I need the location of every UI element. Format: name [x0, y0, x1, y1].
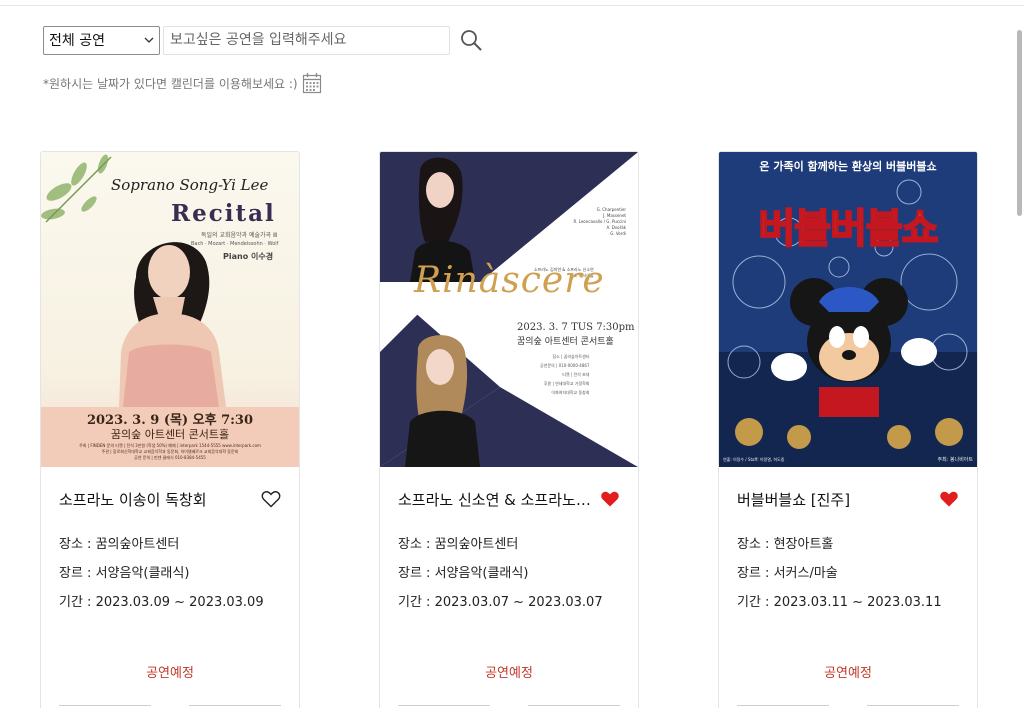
poster-1-sub1: 독일의 교회음악과 예술가곡 Ⅲ	[201, 232, 278, 239]
poster-1-name: Soprano Song-Yi Lee	[111, 176, 269, 194]
search-input[interactable]	[163, 25, 450, 55]
card-1-venue: 장소 : 꿈의숲아트센터	[59, 537, 180, 552]
card-1-title-row: 소프라노 이송이 독창회	[59, 487, 281, 511]
card-1-period: 기간 : 2023.03.09 ~ 2023.03.09	[59, 595, 264, 610]
category-select[interactable]: 전체 공연	[43, 25, 160, 55]
card-2-status: 공연예정	[485, 666, 533, 681]
poster-2-date: 2023. 3. 7 TUS 7:30pm	[517, 322, 635, 333]
poster-image-3[interactable]: 온 가족이 함께하는 환상의 버블버블쇼 버블버블쇼 연출: 이정수 / Sta…	[719, 152, 977, 467]
poster-1-headline: Recital	[171, 200, 276, 227]
poster-2-credits: 장소 | 꿈의숲아트센터 공연문의 | 010-0000-4867 티켓 | 전…	[540, 352, 590, 397]
card-3-genre: 장르 : 서커스/마술	[737, 566, 838, 581]
poster-2-venue: 꿈의숲 아트센터 콘서트홀	[517, 337, 614, 347]
poster-3-title: 버블버블쇼	[758, 205, 940, 253]
poster-2-headline: Rinàscere	[414, 260, 605, 301]
poster-3-headline: 온 가족이 함께하는 환상의 버블버블쇼	[759, 160, 937, 173]
card-2-title[interactable]: 소프라노 신소연 & 소프라노 김미연 듀오 리사이틀	[398, 489, 593, 510]
calendar-icon[interactable]	[302, 72, 322, 94]
poster-3-foot-left: 연출: 이정수 / Staff: 이정열, 허도중	[723, 457, 785, 462]
search-icon	[461, 30, 482, 51]
card-1-title[interactable]: 소프라노 이송이 독창회	[59, 489, 207, 510]
heart-filled-icon[interactable]	[939, 490, 959, 508]
poster-1-piano: Piano 이수경	[223, 252, 274, 261]
card-2-period: 기간 : 2023.03.07 ~ 2023.03.07	[398, 595, 603, 610]
card-2-title-row: 소프라노 신소연 & 소프라노 김미연 듀오 리사이틀	[398, 487, 620, 511]
card-2-genre: 장르 : 서양음악(클래식)	[398, 566, 529, 581]
poster-2-credit: 공연문의 | 010-0000-4867	[540, 363, 590, 368]
category-select-value: 전체 공연	[49, 33, 105, 49]
card-2-venue: 장소 : 꿈의숲아트센터	[398, 537, 519, 552]
card-3-period: 기간 : 2023.03.11 ~ 2023.03.11	[737, 595, 942, 610]
poster-2-composer: G. Verdi	[610, 231, 626, 236]
poster-1-fine3: 공연 문의 | 핀덴 클래식 010-8384-5455	[134, 455, 206, 460]
poster-image-2[interactable]: G. Charpentier J. Massenet R. Leoncavall…	[380, 152, 638, 467]
performance-card-2[interactable]: G. Charpentier J. Massenet R. Leoncavall…	[379, 151, 639, 708]
poster-2-composers: G. Charpentier J. Massenet R. Leoncavall…	[574, 207, 627, 237]
top-border	[0, 0, 1024, 6]
card-1-genre: 장르 : 서양음악(클래식)	[59, 566, 190, 581]
heart-outline-icon[interactable]	[261, 490, 281, 508]
performance-card-1[interactable]: Soprano Song-Yi Lee Recital 독일의 교회음악과 예술…	[40, 151, 300, 708]
poster-3-foot-right: 주최: 봉나비아트	[937, 457, 973, 463]
calendar-hint: *원하시는 날짜가 있다면 캘린더를 이용해보세요 :)	[43, 72, 322, 94]
poster-1-venue: 꿈의숲 아트센터 콘서트홀	[110, 428, 230, 441]
poster-1-sub2: Bach · Mozart · Mendelssohn · Wolf	[191, 241, 279, 247]
poster-2-credit: 장소 | 꿈의숲아트센터	[552, 354, 590, 359]
card-3-title[interactable]: 버블버블쇼 [진주]	[737, 489, 850, 510]
card-3-title-row: 버블버블쇼 [진주]	[737, 487, 959, 511]
scrollbar-thumb[interactable]	[1017, 30, 1022, 216]
calendar-hint-text: *원하시는 날짜가 있다면 캘린더를 이용해보세요 :)	[43, 76, 298, 91]
card-3-status: 공연예정	[824, 666, 872, 681]
poster-2-credit: 이화여자대학교 동창회	[551, 390, 590, 395]
poster-image-1[interactable]: Soprano Song-Yi Lee Recital 독일의 교회음악과 예술…	[41, 152, 299, 467]
search-bar: 전체 공연	[43, 25, 484, 55]
search-button[interactable]	[458, 27, 484, 53]
performance-card-3[interactable]: 온 가족이 함께하는 환상의 버블버블쇼 버블버블쇼 연출: 이정수 / Sta…	[718, 151, 978, 708]
poster-2-credit: 티켓 | 전석 초대	[562, 372, 590, 377]
card-1-status: 공연예정	[146, 666, 194, 681]
chevron-down-icon	[143, 34, 155, 46]
poster-2-credit: 후원 | 연세대학교 가정학회	[543, 381, 590, 386]
card-3-venue: 장소 : 현장아트홀	[737, 537, 834, 552]
heart-filled-icon[interactable]	[600, 490, 620, 508]
